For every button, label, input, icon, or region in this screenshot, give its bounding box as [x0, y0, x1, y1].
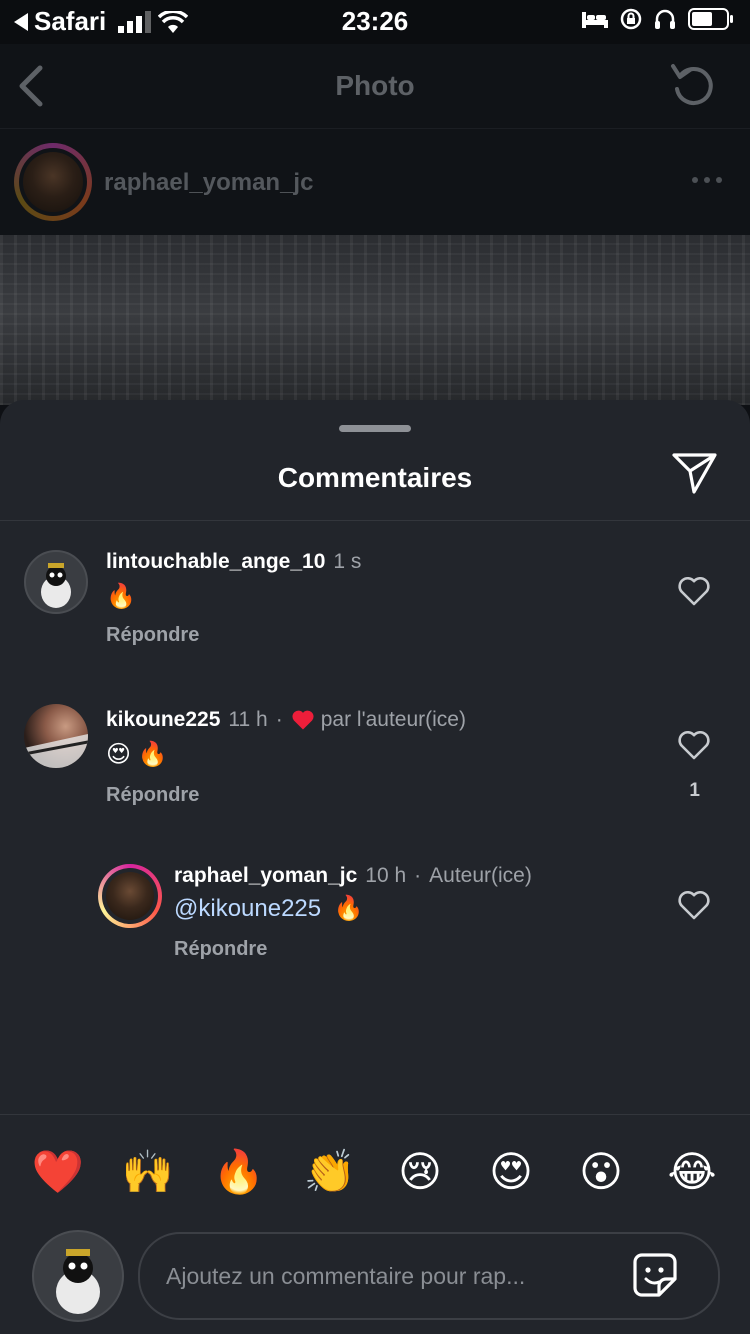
emoji-quick-bar: ❤️ 🙌 🔥 👏 😢 😍 😮 😂	[0, 1140, 750, 1204]
avatar-penguin-icon	[41, 563, 71, 608]
meta-separator: ·	[414, 864, 422, 887]
reply-button[interactable]: Répondre	[174, 938, 267, 961]
heart-outline-icon	[678, 576, 710, 606]
post-header: raphael_yoman_jc	[0, 129, 750, 235]
like-button[interactable]	[678, 576, 710, 611]
headphones-icon	[655, 9, 675, 29]
emoji-laugh[interactable]: 😂	[660, 1140, 724, 1204]
share-button[interactable]	[672, 452, 718, 501]
reply-comment-item: raphael_yoman_jc 10 h · Auteur(ice) @kik…	[0, 862, 750, 972]
comment-time: 1 s	[333, 550, 362, 573]
orientation-lock-icon	[620, 8, 642, 30]
composer-avatar[interactable]	[32, 1230, 124, 1322]
sticker-icon	[633, 1253, 677, 1297]
comment-username[interactable]: kikoune225	[106, 708, 220, 732]
comment-text: 🔥	[333, 895, 364, 922]
reply-button[interactable]: Répondre	[106, 624, 199, 647]
reply-button[interactable]: Répondre	[106, 784, 199, 807]
sheet-grabber[interactable]	[339, 425, 411, 432]
comment-username[interactable]: lintouchable_ange_10	[106, 550, 325, 574]
refresh-icon	[671, 64, 713, 106]
comment-composer	[138, 1232, 720, 1320]
heart-filled-icon	[292, 710, 314, 730]
divider	[0, 1114, 750, 1115]
avatar[interactable]	[98, 864, 162, 928]
avatar-penguin-icon	[56, 1249, 100, 1314]
post-author-username[interactable]: raphael_yoman_jc	[104, 169, 313, 197]
like-count[interactable]: 1	[689, 780, 700, 802]
emoji-raised-hands[interactable]: 🙌	[116, 1140, 180, 1204]
page-title: Photo	[335, 70, 415, 101]
heart-outline-icon	[678, 890, 710, 920]
comment-input[interactable]	[164, 1256, 608, 1296]
like-button[interactable]	[678, 890, 710, 925]
comment-item: lintouchable_ange_10 1 s 🔥 Répondre	[0, 548, 750, 658]
comment-text: 😍 🔥	[106, 741, 168, 768]
comment-username[interactable]: raphael_yoman_jc	[174, 864, 357, 888]
emoji-heart[interactable]: ❤️	[26, 1140, 90, 1204]
avatar-photo-icon	[24, 734, 88, 768]
sleep-bed-icon	[582, 12, 608, 28]
sheet-title: Commentaires	[277, 462, 473, 493]
refresh-button[interactable]	[668, 60, 718, 115]
emoji-cry[interactable]: 😢	[388, 1140, 452, 1204]
comment-time: 11 h	[228, 708, 268, 731]
avatar[interactable]	[24, 550, 88, 614]
emoji-surprised[interactable]: 😮	[569, 1140, 633, 1204]
divider	[0, 520, 750, 521]
liked-by-author-label: par l'auteur(ice)	[320, 708, 466, 731]
nav-bar: Photo	[0, 44, 750, 129]
battery-icon	[688, 8, 733, 30]
heart-outline-icon	[678, 730, 710, 760]
emoji-fire[interactable]: 🔥	[207, 1140, 271, 1204]
emoji-heart-eyes[interactable]: 😍	[479, 1140, 543, 1204]
paper-plane-icon	[672, 453, 717, 494]
comment-item: kikoune225 11 h · par l'auteur(ice) 😍 🔥 …	[0, 704, 750, 814]
sticker-button[interactable]	[632, 1252, 678, 1303]
author-badge: Auteur(ice)	[429, 864, 532, 887]
comment-time: 10 h	[365, 864, 407, 887]
mention-link[interactable]: @kikoune225	[174, 895, 321, 922]
status-bar: Safari 23:26	[0, 0, 750, 44]
comment-text: 🔥	[106, 583, 136, 610]
more-options-icon[interactable]	[692, 177, 722, 183]
avatar[interactable]	[24, 704, 88, 768]
meta-separator: ·	[275, 708, 283, 731]
like-button[interactable]	[678, 730, 710, 765]
emoji-clap[interactable]: 👏	[298, 1140, 362, 1204]
post-author-avatar[interactable]	[14, 143, 92, 221]
post-photo	[0, 235, 750, 405]
